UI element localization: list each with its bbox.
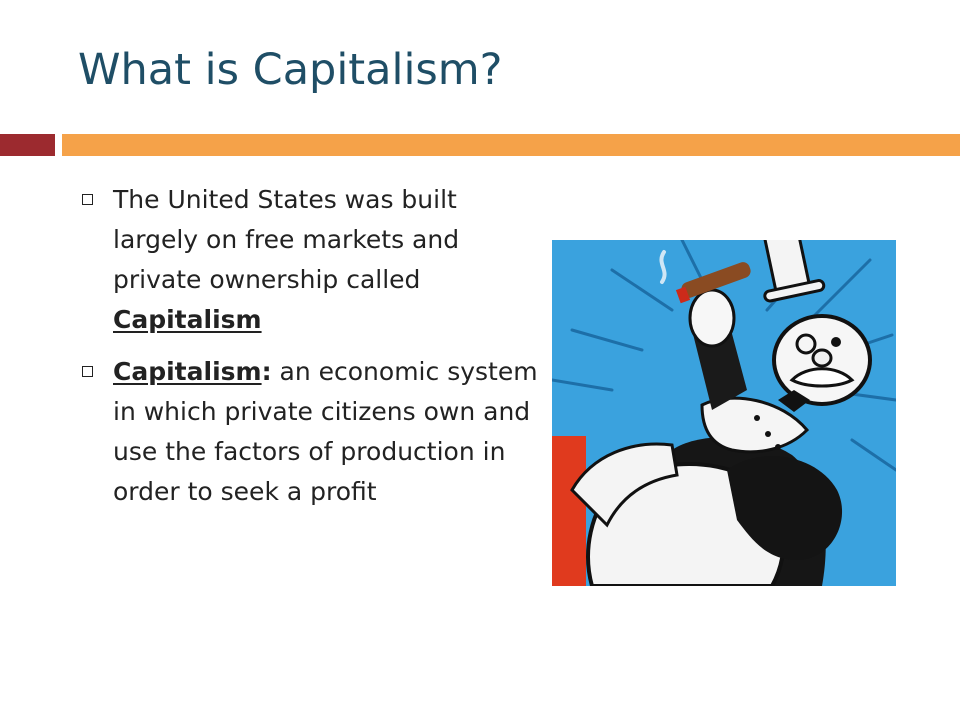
title-rule-accent-right	[62, 134, 960, 156]
square-bullet-icon	[82, 366, 93, 377]
definition-term: Capitalism	[113, 357, 262, 386]
bullet-list: The United States was built largely on f…	[78, 180, 538, 524]
square-bullet-icon	[82, 194, 93, 205]
title-rule-accent-left	[0, 134, 55, 156]
rich-man-with-cigar-illustration	[552, 240, 896, 586]
bullet-item-us-built: The United States was built largely on f…	[78, 180, 538, 340]
bullet-item-definition: Capitalism: an economic system in which …	[78, 352, 538, 512]
definition-colon: :	[261, 357, 272, 386]
slide-title: What is Capitalism?	[78, 45, 503, 95]
bullet-term: Capitalism	[113, 305, 262, 334]
bullet-text: The United States was built largely on f…	[113, 185, 460, 294]
